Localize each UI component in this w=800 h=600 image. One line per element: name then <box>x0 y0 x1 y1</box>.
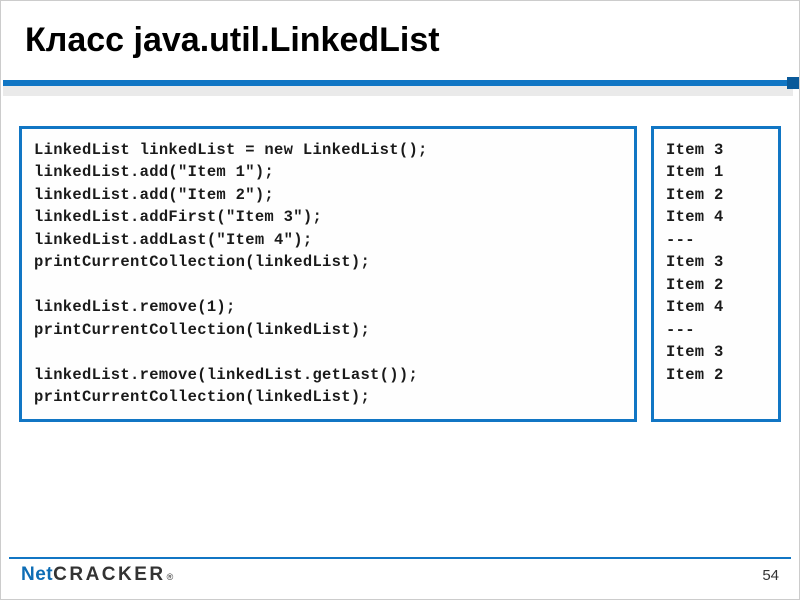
footer: Net CRACKER ® 54 <box>1 557 799 599</box>
title-divider <box>1 80 799 86</box>
logo: Net CRACKER ® <box>21 564 173 586</box>
slide-title: Класс java.util.LinkedList <box>25 21 775 60</box>
divider-bar <box>3 80 791 86</box>
page-number: 54 <box>762 567 779 584</box>
divider-shadow <box>3 86 793 96</box>
logo-part-cracker: CRACKER <box>53 564 166 586</box>
footer-divider <box>9 557 791 559</box>
divider-cap-icon <box>787 77 799 89</box>
slide: Класс java.util.LinkedList LinkedList li… <box>1 1 799 599</box>
code-block-left: LinkedList linkedList = new LinkedList()… <box>19 126 637 422</box>
content-row: LinkedList linkedList = new LinkedList()… <box>1 96 799 422</box>
code-block-right: Item 3 Item 1 Item 2 Item 4 --- Item 3 I… <box>651 126 781 422</box>
logo-trademark-icon: ® <box>167 572 174 582</box>
title-area: Класс java.util.LinkedList <box>1 1 799 72</box>
logo-part-net: Net <box>21 564 53 586</box>
